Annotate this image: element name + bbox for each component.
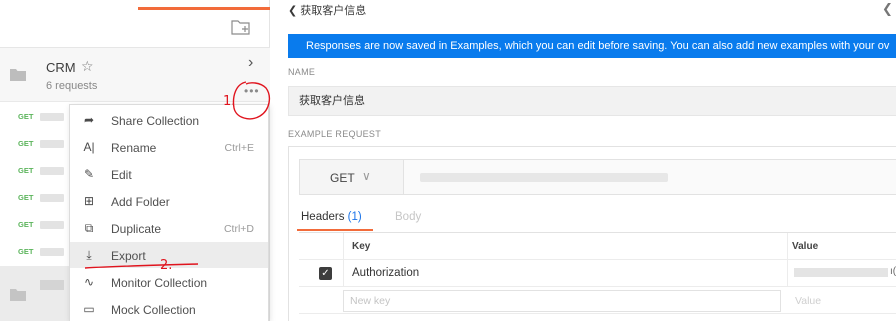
blurred-url[interactable] xyxy=(420,173,668,182)
tab-label: Headers xyxy=(301,211,345,223)
request-method: GET xyxy=(18,166,34,175)
example-editor-panel: ❮ 获取客户信息 ❮ Responses are now saved in Ex… xyxy=(280,0,896,321)
share-icon: ➦ xyxy=(83,113,95,127)
tab-body[interactable]: Body xyxy=(395,211,421,223)
header-value-cell[interactable]: ı( xyxy=(787,260,896,286)
menu-item-duplicate[interactable]: ⧉ Duplicate Ctrl+D xyxy=(70,215,268,241)
new-value-cell[interactable]: Value xyxy=(787,287,896,313)
duplicate-icon: ⧉ xyxy=(84,221,94,235)
request-item[interactable]: GET xyxy=(0,185,70,211)
collection-context-menu: ➦ Share Collection A| Rename Ctrl+E ✎ Ed… xyxy=(69,104,269,321)
column-title: Value xyxy=(792,241,819,252)
menu-item-share-collection[interactable]: ➦ Share Collection xyxy=(70,107,268,133)
table-row-new: New key Value xyxy=(299,287,896,314)
menu-item-label: Share Collection xyxy=(111,114,200,128)
pulse-icon: ∿ xyxy=(83,275,95,289)
menu-item-label: Monitor Collection xyxy=(111,276,208,290)
download-icon: ⤓ xyxy=(86,248,92,262)
sidebar-toolbar xyxy=(0,10,270,48)
info-banner: Responses are now saved in Examples, whi… xyxy=(288,34,896,58)
request-item[interactable]: GET xyxy=(0,104,70,130)
blurred-request-name xyxy=(40,194,64,202)
menu-item-label: Export xyxy=(111,249,146,263)
collection-name: CRM xyxy=(46,60,76,75)
annotation-step-2: 2. xyxy=(160,258,173,273)
url-bar: GET ∨ xyxy=(299,159,896,195)
annotation-step-1: 1. xyxy=(223,94,236,109)
chevron-right-icon[interactable]: › xyxy=(248,54,253,72)
table-header-row: Key Value xyxy=(299,233,896,260)
chevron-left-icon[interactable]: ❮ xyxy=(882,1,893,17)
method-value: GET xyxy=(330,171,355,185)
column-title: Key xyxy=(352,241,371,252)
star-icon[interactable]: ☆ xyxy=(81,58,94,75)
chevron-down-icon: ∨ xyxy=(362,169,371,183)
value-column-header: Value xyxy=(787,233,896,259)
shortcut-label: Ctrl+E xyxy=(224,142,254,154)
blurred-collection-name xyxy=(40,280,64,290)
more-options-button[interactable]: ••• xyxy=(244,84,264,98)
headers-table: Key Value ✓ Authorization ı( New key Val… xyxy=(299,232,896,321)
blurred-request-name xyxy=(40,248,64,256)
add-folder-icon: ⊞ xyxy=(83,194,95,208)
folder-icon xyxy=(10,288,26,301)
blurred-header-value xyxy=(794,268,888,277)
active-tab-underline xyxy=(297,229,373,231)
menu-item-label: Add Folder xyxy=(111,195,170,209)
request-method: GET xyxy=(18,193,34,202)
request-item[interactable]: GET xyxy=(0,158,70,184)
header-enabled-checkbox[interactable]: ✓ xyxy=(319,267,332,280)
request-method: GET xyxy=(18,112,34,121)
blurred-request-name xyxy=(40,221,64,229)
example-request-box: GET ∨ Headers (1) Body Key Value ✓ Autho… xyxy=(288,146,896,321)
new-key-input[interactable]: New key xyxy=(343,290,781,312)
name-label: NAME xyxy=(288,67,316,77)
rename-icon: A| xyxy=(83,140,95,154)
request-item[interactable]: GET xyxy=(0,239,70,265)
headers-count-badge: (1) xyxy=(347,211,362,223)
table-row: ✓ Authorization ı( xyxy=(299,260,896,287)
pencil-icon: ✎ xyxy=(83,167,95,181)
new-folder-icon[interactable] xyxy=(230,18,252,36)
menu-item-label: Mock Collection xyxy=(111,303,196,317)
back-to-request-link[interactable]: ❮ 获取客户信息 xyxy=(288,2,366,18)
blurred-request-name xyxy=(40,140,64,148)
blurred-request-name xyxy=(40,167,64,175)
shortcut-label: Ctrl+D xyxy=(223,223,254,235)
header-key: Authorization xyxy=(352,267,420,279)
collection-request-count: 6 requests xyxy=(46,80,98,92)
blurred-request-name xyxy=(40,113,64,121)
request-item[interactable]: GET xyxy=(0,212,70,238)
collection-item[interactable] xyxy=(0,266,70,321)
method-dropdown[interactable]: GET ∨ xyxy=(300,160,404,194)
menu-item-label: Duplicate xyxy=(111,222,162,236)
menu-item-mock-collection[interactable]: ▭ Mock Collection xyxy=(70,296,268,321)
key-column-header: Key xyxy=(343,233,787,259)
folder-icon xyxy=(10,68,26,81)
header-value-tail: ı( xyxy=(890,266,896,277)
example-name-field[interactable]: 获取客户信息 xyxy=(288,86,896,116)
menu-item-add-folder[interactable]: ⊞ Add Folder xyxy=(70,188,268,214)
example-request-label: EXAMPLE REQUEST xyxy=(288,129,382,139)
menu-item-label: Edit xyxy=(111,168,132,182)
request-item[interactable]: GET xyxy=(0,131,70,157)
new-value-input[interactable]: Value xyxy=(795,295,821,307)
request-method: GET xyxy=(18,139,34,148)
menu-item-label: Rename xyxy=(111,141,157,155)
request-method: GET xyxy=(18,247,34,256)
header-key-cell[interactable]: Authorization xyxy=(343,260,787,286)
request-method: GET xyxy=(18,220,34,229)
tab-headers[interactable]: Headers (1) xyxy=(301,211,362,223)
menu-item-rename[interactable]: A| Rename Ctrl+E xyxy=(70,134,268,160)
server-icon: ▭ xyxy=(83,302,95,316)
menu-item-edit[interactable]: ✎ Edit xyxy=(70,161,268,187)
